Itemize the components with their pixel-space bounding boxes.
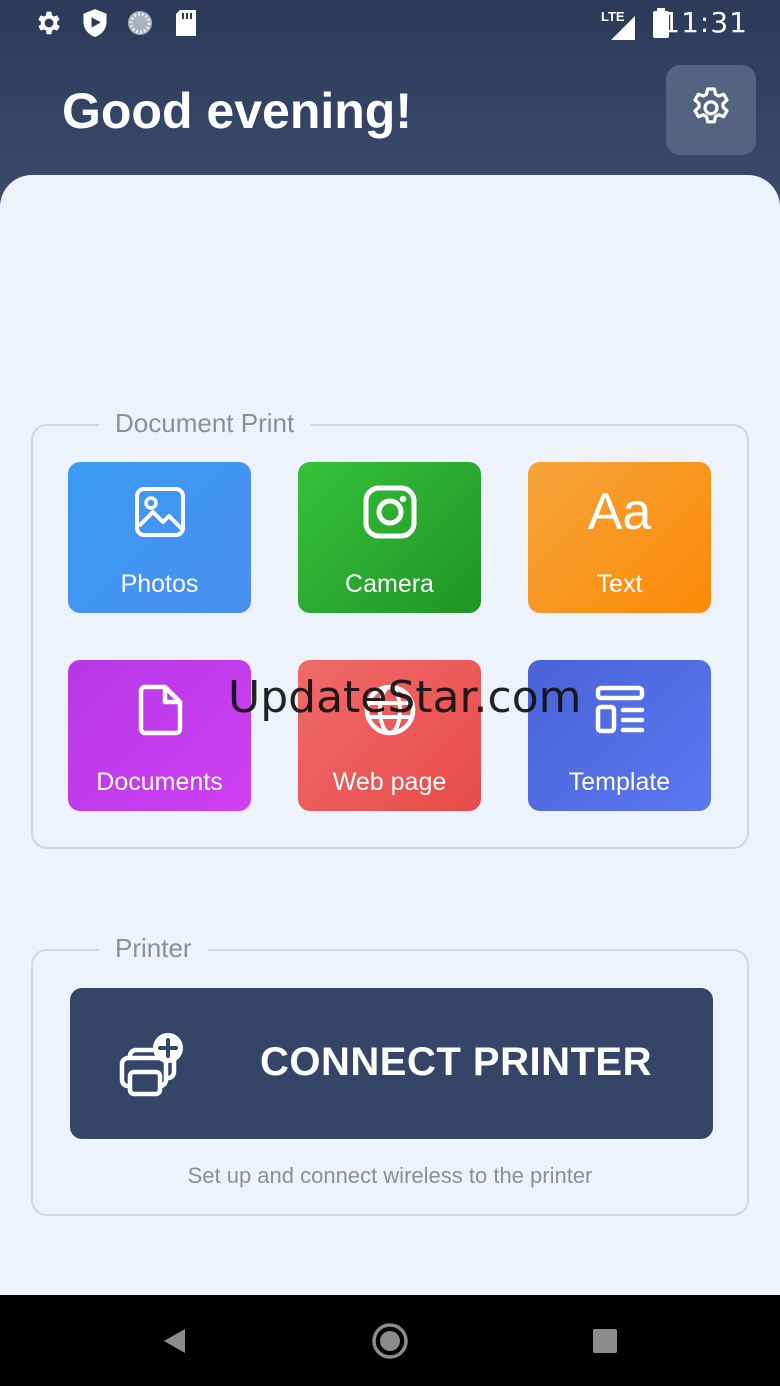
connect-printer-label: CONNECT PRINTER: [260, 1040, 652, 1084]
template-label: Template: [568, 768, 671, 796]
template-tile[interactable]: Template: [528, 660, 711, 811]
greeting-title: Good evening!: [62, 83, 412, 139]
section-title-printer: Printer: [99, 933, 208, 964]
settings-icon: [34, 8, 64, 38]
clock: 11:31: [662, 6, 748, 39]
camera-label: Camera: [345, 570, 434, 598]
navigation-bar: [0, 1295, 780, 1386]
signal-icon: [608, 12, 638, 42]
loading-circle-icon: [125, 8, 155, 38]
camera-tile[interactable]: Camera: [298, 462, 481, 613]
printer-add-icon: [118, 1028, 190, 1105]
printer-description: Set up and connect wireless to the print…: [187, 1163, 593, 1188]
text-aa-icon: Aa: [587, 483, 652, 541]
main-content: Document Print Photos Camera Aa Text Doc…: [0, 175, 780, 1295]
app-header: LTE 11:31 Good evening!: [0, 0, 780, 200]
home-icon[interactable]: [368, 1319, 412, 1363]
globe-icon: [363, 682, 417, 738]
web-page-tile[interactable]: Web page: [298, 660, 481, 811]
section-title-document-print: Document Print: [99, 408, 311, 439]
camera-icon: [363, 484, 417, 540]
document-icon: [137, 682, 183, 738]
sd-card-icon: [171, 8, 201, 38]
template-icon: [595, 682, 645, 738]
connect-printer-button[interactable]: CONNECT PRINTER: [70, 988, 713, 1139]
back-icon[interactable]: [152, 1319, 196, 1363]
documents-label: Documents: [96, 768, 223, 796]
printer-section: Printer CONNECT PRINTER Set up and conne…: [31, 933, 749, 1216]
status-bar: LTE 11:31: [0, 0, 780, 48]
documents-tile[interactable]: Documents: [68, 660, 251, 811]
web-page-label: Web page: [332, 768, 447, 796]
recents-icon[interactable]: [583, 1319, 627, 1363]
document-print-section: Document Print Photos Camera Aa Text Doc…: [31, 408, 749, 849]
photos-tile[interactable]: Photos: [68, 462, 251, 613]
text-tile[interactable]: Aa Text: [528, 462, 711, 613]
settings-button[interactable]: [666, 65, 756, 155]
photos-label: Photos: [120, 570, 199, 598]
gear-icon: [687, 84, 735, 137]
text-label: Text: [596, 570, 643, 598]
image-icon: [134, 484, 186, 540]
shield-play-icon: [80, 8, 110, 38]
